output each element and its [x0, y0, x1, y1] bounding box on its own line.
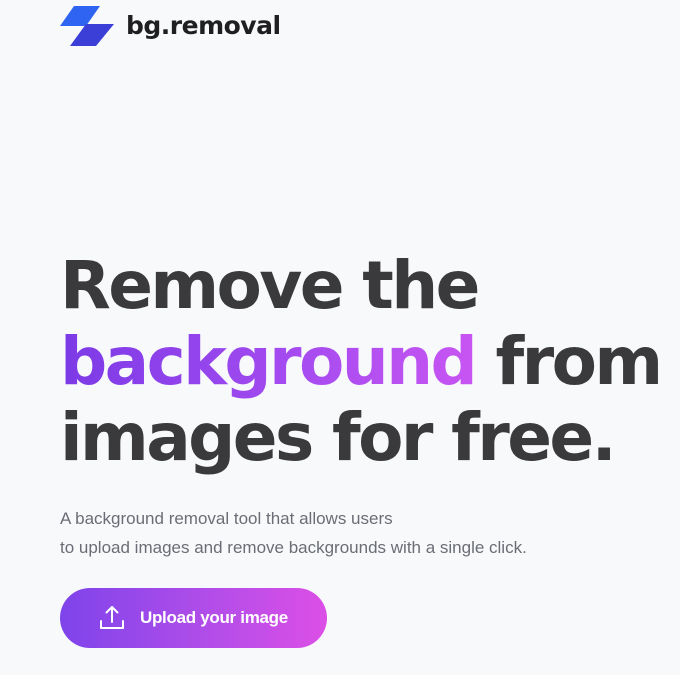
- hero-subtitle: A background removal tool that allows us…: [60, 504, 527, 562]
- hero-title: Remove the background from images for fr…: [60, 247, 664, 476]
- upload-icon: [100, 606, 124, 629]
- site-header: bg.removal: [60, 0, 281, 48]
- hero-title-line-1: Remove the: [60, 247, 480, 324]
- brand-name: bg.removal: [126, 10, 281, 40]
- hero-title-line-3: images for free.: [60, 399, 617, 476]
- hero-subtitle-line-2: to upload images and remove backgrounds …: [60, 538, 527, 557]
- hero-subtitle-line-1: A background removal tool that allows us…: [60, 509, 393, 528]
- landing-page: bg.removal Remove the background from im…: [0, 0, 680, 675]
- hero-title-line-2: background from: [60, 323, 664, 400]
- upload-button-label: Upload your image: [140, 608, 288, 627]
- hero-title-line-2-rest: from: [475, 323, 664, 400]
- logo-link[interactable]: bg.removal: [60, 2, 281, 46]
- bg-removal-logo-icon: [60, 6, 114, 46]
- hero-title-accent: background: [60, 323, 478, 400]
- upload-image-button[interactable]: Upload your image: [60, 588, 327, 648]
